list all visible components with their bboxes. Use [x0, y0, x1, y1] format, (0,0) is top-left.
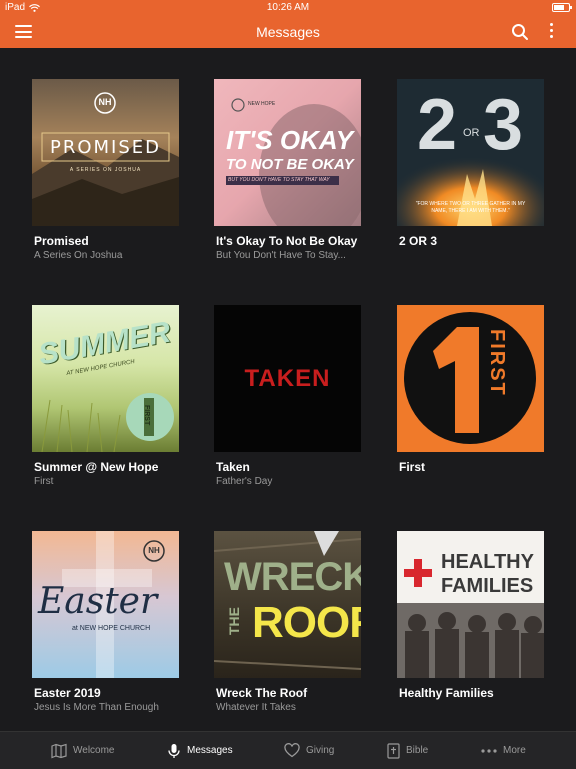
- artwork-subtitle: at NEW HOPE CHURCH: [72, 625, 151, 632]
- artwork-title: TAKEN: [244, 365, 331, 392]
- artwork-number-left: 2: [417, 85, 458, 165]
- message-subtitle: A Series On Joshua: [34, 250, 123, 261]
- message-card-2-or-3[interactable]: 2 OR 3 "FOR WHERE TWO OR THREE GATHER IN…: [397, 79, 545, 250]
- artwork-or: OR: [463, 127, 480, 139]
- message-artwork: SUMMER AT NEW HOPE CHURCH FIRST: [32, 305, 179, 452]
- artwork-word-1: WRECK: [224, 555, 361, 599]
- artwork-logo-text: NEW HOPE: [248, 101, 276, 107]
- status-bar: iPad 10:26 AM: [0, 0, 576, 16]
- search-button[interactable]: [511, 23, 529, 41]
- artwork-word-1: HEALTHY: [441, 551, 534, 573]
- tab-label: Bible: [406, 745, 429, 756]
- map-icon: [51, 743, 67, 758]
- page-title: Messages: [256, 24, 320, 40]
- message-card-first[interactable]: FIRST First: [397, 305, 545, 476]
- message-card-healthy-families[interactable]: HEALTHY FAMILIES Healthy Families: [397, 531, 545, 702]
- overflow-menu-button[interactable]: [546, 23, 556, 41]
- artwork-word-2: THE: [226, 607, 242, 635]
- artwork-title: Easter: [38, 581, 158, 622]
- message-artwork: TAKEN: [214, 305, 361, 452]
- message-artwork: NEW HOPE IT'S OKAY TO NOT BE OKAY BUT YO…: [214, 79, 361, 226]
- more-dots-icon: [481, 748, 497, 753]
- message-title: 2 OR 3: [399, 234, 438, 248]
- message-subtitle: Whatever It Takes: [216, 702, 296, 713]
- search-icon: [512, 24, 528, 40]
- message-artwork: NH Easter at NEW HOPE CHURCH: [32, 531, 179, 678]
- messages-grid: NH PROMISED A SERIES ON JOSHUA Promised …: [0, 48, 576, 731]
- tab-bar: Welcome Messages Giving Bible More: [0, 731, 576, 769]
- app-header: Messages: [0, 16, 576, 48]
- message-card-promised[interactable]: NH PROMISED A SERIES ON JOSHUA Promised …: [32, 79, 180, 261]
- message-title: Promised: [34, 234, 89, 248]
- artwork-title: PROMISED: [49, 137, 162, 158]
- message-artwork: WRECK THE ROOF: [214, 531, 361, 678]
- message-card-taken[interactable]: TAKEN Taken Father's Day: [214, 305, 362, 487]
- battery-icon: [552, 3, 572, 12]
- artwork-title-line2: TO NOT BE OKAY: [226, 156, 354, 173]
- artwork-title-line1: IT'S OKAY: [226, 125, 354, 155]
- message-title: It's Okay To Not Be Okay: [216, 234, 358, 248]
- vertical-dots-icon: [549, 23, 553, 26]
- tab-label: Messages: [187, 745, 233, 756]
- artwork-word-2: FAMILIES: [441, 575, 534, 597]
- message-title: Summer @ New Hope: [34, 460, 159, 474]
- tab-bible[interactable]: Bible: [387, 732, 428, 769]
- tab-label: More: [503, 745, 526, 756]
- message-title: Easter 2019: [34, 686, 101, 700]
- artwork-logo: NH: [148, 546, 160, 555]
- message-title: Taken: [216, 460, 250, 474]
- tab-giving[interactable]: Giving: [284, 732, 334, 769]
- artwork-quote: "FOR WHERE TWO OR THREE GATHER IN MY NAM…: [415, 201, 526, 214]
- message-artwork: NH PROMISED A SERIES ON JOSHUA: [32, 79, 179, 226]
- message-title: Healthy Families: [399, 686, 494, 700]
- tab-messages[interactable]: Messages: [167, 732, 233, 769]
- artwork-number-right: 3: [483, 85, 524, 165]
- artwork-first: FIRST: [143, 405, 150, 426]
- message-card-its-okay[interactable]: NEW HOPE IT'S OKAY TO NOT BE OKAY BUT YO…: [214, 79, 362, 261]
- artwork-logo: NH: [98, 97, 112, 107]
- tab-more[interactable]: More: [481, 732, 526, 769]
- message-card-easter-2019[interactable]: NH Easter at NEW HOPE CHURCH Easter 2019…: [32, 531, 180, 713]
- heart-icon: [284, 743, 300, 758]
- artwork-word-3: ROOF: [252, 598, 361, 647]
- artwork-subtitle: BUT YOU DON'T HAVE TO STAY THAT WAY: [228, 177, 330, 183]
- message-card-wreck-the-roof[interactable]: WRECK THE ROOF Wreck The Roof Whatever I…: [214, 531, 362, 713]
- tab-label: Welcome: [73, 745, 115, 756]
- message-artwork: FIRST: [397, 305, 544, 452]
- message-subtitle: Father's Day: [216, 476, 273, 487]
- artwork-subtitle: A SERIES ON JOSHUA: [69, 167, 142, 173]
- message-card-summer[interactable]: SUMMER AT NEW HOPE CHURCH FIRST Summer @…: [32, 305, 180, 487]
- microphone-icon: [168, 743, 180, 758]
- status-time: 10:26 AM: [266, 2, 310, 13]
- message-artwork: 2 OR 3 "FOR WHERE TWO OR THREE GATHER IN…: [397, 79, 544, 226]
- message-title: Wreck The Roof: [216, 686, 308, 700]
- artwork-title: FIRST: [486, 329, 508, 397]
- message-subtitle: Jesus Is More Than Enough: [34, 702, 159, 713]
- tab-label: Giving: [306, 745, 335, 756]
- message-subtitle: But You Don't Have To Stay...: [216, 250, 346, 261]
- bible-icon: [387, 742, 400, 759]
- message-artwork: HEALTHY FAMILIES: [397, 531, 544, 678]
- tab-welcome[interactable]: Welcome: [51, 732, 115, 769]
- message-subtitle: First: [34, 476, 54, 487]
- message-title: First: [399, 460, 426, 474]
